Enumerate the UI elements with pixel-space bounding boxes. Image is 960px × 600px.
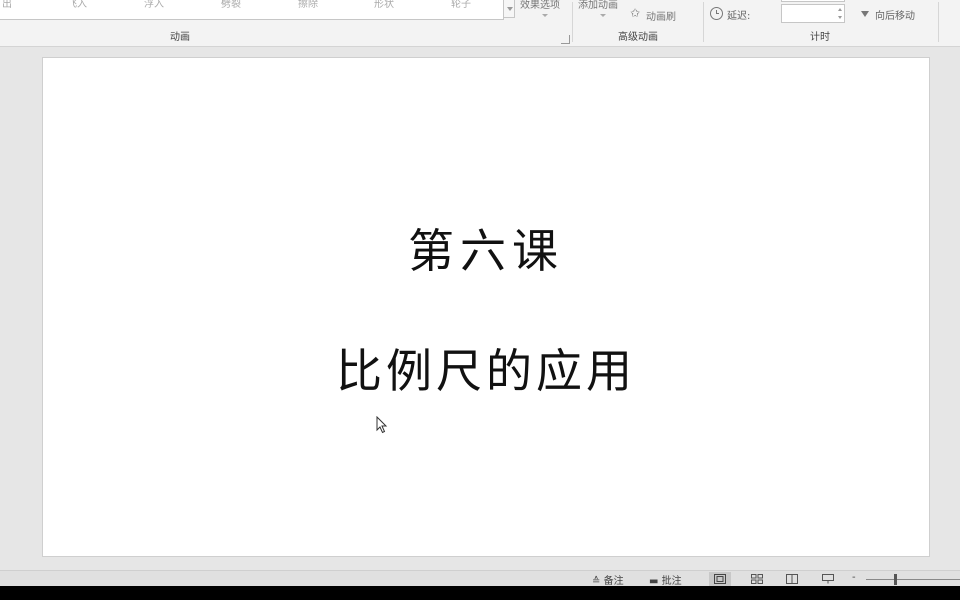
- add-animation-caret-icon: [600, 14, 606, 17]
- animation-group-label: 动画: [170, 32, 190, 43]
- zoom-out-button[interactable]: -: [852, 572, 856, 583]
- status-bar: ≙ 备注 ▬ 批注 -: [0, 570, 960, 587]
- group-divider: [938, 2, 939, 42]
- notes-button[interactable]: ≙ 备注: [592, 572, 624, 587]
- slideshow-icon: [822, 574, 834, 584]
- dialog-launcher-icon[interactable]: [561, 35, 570, 44]
- slideshow-button[interactable]: [817, 572, 839, 586]
- delay-field[interactable]: [781, 4, 845, 23]
- slide-canvas[interactable]: 第六课 比例尺的应用: [42, 57, 930, 557]
- spin-down-icon[interactable]: [838, 16, 842, 19]
- animation-item-wheel[interactable]: 轮子: [451, 0, 471, 10]
- duration-field[interactable]: [781, 0, 845, 2]
- group-divider: [703, 2, 704, 42]
- effect-options-button[interactable]: 效果选项: [520, 0, 560, 11]
- animation-painter-button[interactable]: 动画刷: [646, 8, 676, 23]
- animation-item-float-in[interactable]: 浮入: [144, 0, 164, 10]
- mouse-cursor-icon: [376, 416, 388, 434]
- add-animation-button[interactable]: 添加动画: [578, 0, 618, 11]
- comments-button[interactable]: ▬ 批注: [649, 572, 682, 587]
- animation-gallery[interactable]: 出 飞入 浮入 劈裂 擦除 形状 轮子: [0, 0, 504, 20]
- zoom-slider[interactable]: [866, 579, 960, 580]
- slide-title[interactable]: 第六课: [43, 215, 929, 281]
- effect-options-caret-icon: [542, 14, 548, 17]
- advanced-animation-group: 添加动画 ✩ 动画刷 高级动画: [573, 0, 703, 46]
- slide-subtitle[interactable]: 比例尺的应用: [43, 335, 929, 401]
- animation-group: 出 飞入 浮入 劈裂 擦除 形状 轮子 效果选项 动画: [0, 0, 572, 46]
- animation-item-exit[interactable]: 出: [2, 0, 12, 10]
- spin-up-icon[interactable]: [838, 8, 842, 11]
- animation-painter-icon: ✩: [630, 6, 641, 20]
- gallery-more-button[interactable]: [503, 0, 515, 18]
- bottom-black-band: [0, 586, 960, 600]
- animation-item-shape[interactable]: 形状: [374, 0, 394, 10]
- reading-view-button[interactable]: [781, 572, 803, 586]
- normal-view-button[interactable]: [709, 572, 731, 586]
- animation-item-split[interactable]: 劈裂: [221, 0, 241, 10]
- animation-item-fly-in[interactable]: 飞入: [67, 0, 87, 10]
- zoom-slider-thumb[interactable]: [894, 574, 897, 585]
- move-later-icon: [861, 11, 869, 17]
- advanced-animation-label: 高级动画: [618, 32, 658, 43]
- clock-icon: [710, 7, 723, 20]
- delay-label: 延迟:: [727, 11, 751, 22]
- normal-view-icon: [714, 574, 726, 584]
- slide-sorter-icon: [751, 574, 763, 584]
- reading-view-icon: [786, 574, 798, 584]
- ribbon: 出 飞入 浮入 劈裂 擦除 形状 轮子 效果选项 动画 添加动画 ✩ 动画刷 高…: [0, 0, 960, 47]
- move-later-button[interactable]: 向后移动: [875, 7, 915, 22]
- animation-item-wipe[interactable]: 擦除: [298, 0, 318, 10]
- slide-sorter-button[interactable]: [746, 572, 768, 586]
- timing-group-label: 计时: [810, 32, 830, 43]
